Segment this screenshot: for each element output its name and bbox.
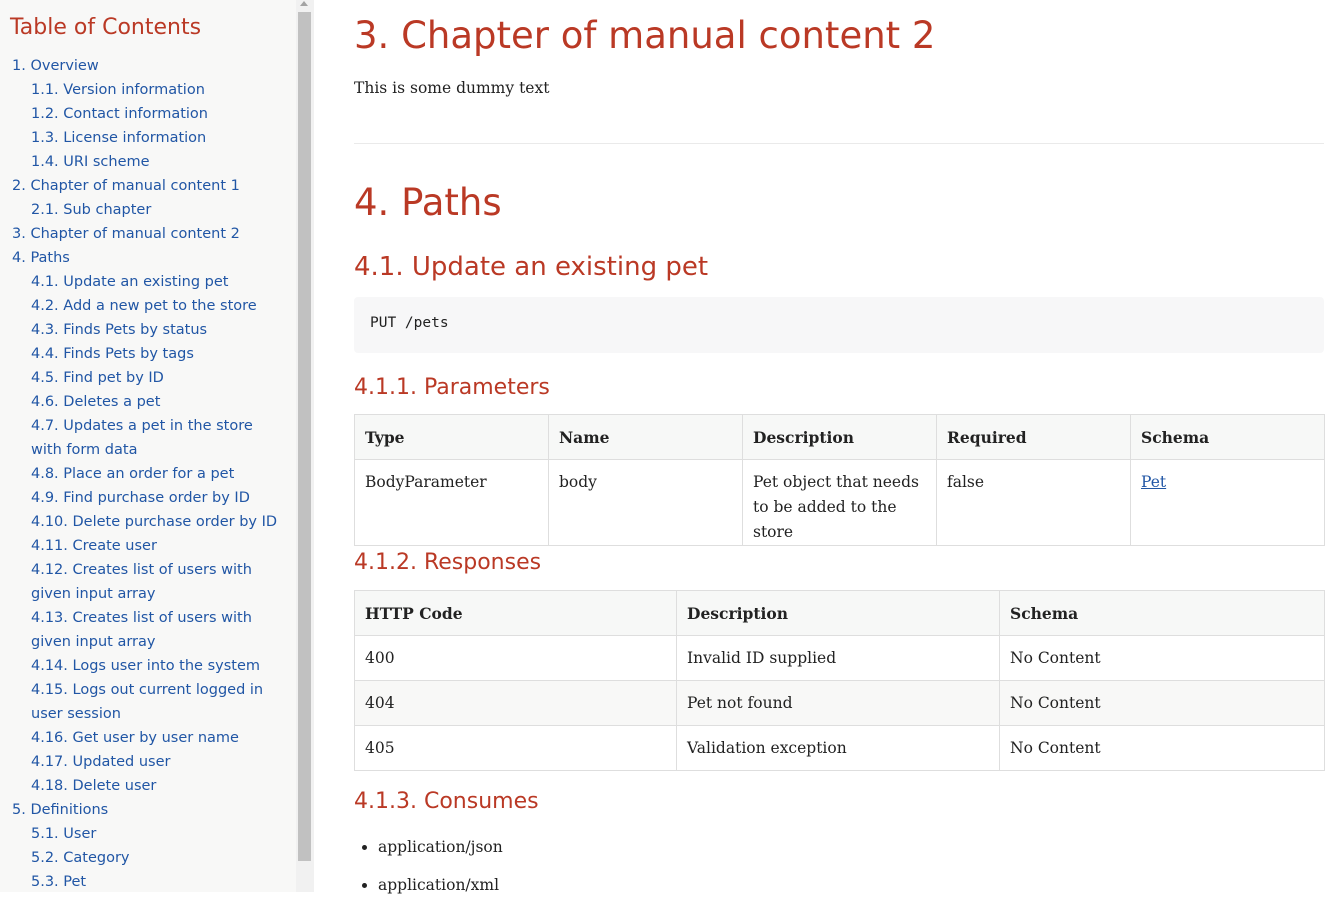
column-header: Schema	[1130, 414, 1325, 460]
toc-title: Table of Contents	[10, 15, 202, 40]
paths-heading: 4. Paths	[354, 181, 502, 224]
response-code: 405	[354, 725, 677, 771]
toc-link[interactable]: 4.13. Creates list of users with given i…	[12, 606, 288, 654]
toc-link[interactable]: 5.1. User	[12, 822, 288, 846]
toc-link[interactable]: 1.2. Contact information	[12, 102, 288, 126]
table-of-contents-sidebar: Table of Contents 1. Overview 1.1. Versio…	[0, 0, 296, 892]
table-row: 404 Pet not found No Content	[354, 680, 1325, 726]
response-description: Validation exception	[676, 725, 1000, 771]
toc-link[interactable]: 4.12. Creates list of users with given i…	[12, 558, 288, 606]
column-header: HTTP Code	[354, 590, 677, 636]
parameters-header-row: Type Name Description Required Schema	[354, 414, 1325, 460]
endpoint-text: PUT /pets	[370, 315, 449, 331]
table-row: BodyParameter body Pet object that needs…	[354, 459, 1325, 546]
toc-link[interactable]: 5.2. Category	[12, 846, 288, 870]
table-row: 405 Validation exception No Content	[354, 725, 1325, 771]
column-header: Name	[548, 414, 743, 460]
toc-link[interactable]: 5. Definitions	[12, 798, 288, 822]
toc-link[interactable]: 3. Chapter of manual content 2	[12, 222, 288, 246]
scrollbar-thumb[interactable]	[298, 12, 311, 861]
list-item: application/xml	[378, 866, 503, 904]
toc-link[interactable]: 4.9. Find purchase order by ID	[12, 486, 288, 510]
toc-link[interactable]: 4.8. Place an order for a pet	[12, 462, 288, 486]
parameters-heading: 4.1.1. Parameters	[354, 375, 550, 400]
toc-link[interactable]: 4.16. Get user by user name	[12, 726, 288, 750]
response-code: 404	[354, 680, 677, 726]
toc-link[interactable]: 4.1. Update an existing pet	[12, 270, 288, 294]
chapter-3-text: This is some dummy text	[354, 79, 550, 97]
toc-link[interactable]: 4.6. Deletes a pet	[12, 390, 288, 414]
parameters-table: Type Name Description Required Schema Bo…	[354, 414, 1325, 546]
toc-link[interactable]: 4.14. Logs user into the system	[12, 654, 288, 678]
toc-link[interactable]: 2.1. Sub chapter	[12, 198, 288, 222]
toc-link[interactable]: 1.4. URI scheme	[12, 150, 288, 174]
main-content: 3. Chapter of manual content 2 This is s…	[354, 0, 1325, 894]
endpoint-code-block: PUT /pets	[354, 297, 1324, 353]
response-schema: No Content	[999, 635, 1325, 681]
column-header: Description	[742, 414, 937, 460]
consumes-heading: 4.1.3. Consumes	[354, 789, 539, 814]
update-pet-heading: 4.1. Update an existing pet	[354, 252, 709, 282]
toc-link[interactable]: 4.15. Logs out current logged in user se…	[12, 678, 288, 726]
response-schema: No Content	[999, 680, 1325, 726]
section-divider	[354, 143, 1324, 144]
responses-table: HTTP Code Description Schema 400 Invalid…	[354, 590, 1325, 771]
toc-link[interactable]: 2. Chapter of manual content 1	[12, 174, 288, 198]
column-header: Type	[354, 414, 549, 460]
list-item: application/json	[378, 828, 503, 866]
toc-link[interactable]: 1.3. License information	[12, 126, 288, 150]
toc-link[interactable]: 4.7. Updates a pet in the store with for…	[12, 414, 288, 462]
scroll-up-arrow-icon[interactable]	[300, 1, 308, 6]
pet-schema-link[interactable]: Pet	[1141, 473, 1166, 491]
param-schema-cell: Pet	[1130, 459, 1325, 546]
toc-link[interactable]: 4.2. Add a new pet to the store	[12, 294, 288, 318]
toc-link[interactable]: 4.5. Find pet by ID	[12, 366, 288, 390]
toc-link[interactable]: 1. Overview	[12, 54, 288, 78]
response-description: Invalid ID supplied	[676, 635, 1000, 681]
column-header: Schema	[999, 590, 1325, 636]
toc-link[interactable]: 4.4. Finds Pets by tags	[12, 342, 288, 366]
param-type: BodyParameter	[354, 459, 549, 546]
param-name: body	[548, 459, 743, 546]
toc-link[interactable]: 4.3. Finds Pets by status	[12, 318, 288, 342]
column-header: Required	[936, 414, 1131, 460]
toc-link[interactable]: 4.11. Create user	[12, 534, 288, 558]
toc-link[interactable]: 4. Paths	[12, 246, 288, 270]
response-description: Pet not found	[676, 680, 1000, 726]
toc-link[interactable]: 1.1. Version information	[12, 78, 288, 102]
response-code: 400	[354, 635, 677, 681]
response-schema: No Content	[999, 725, 1325, 771]
table-row: 400 Invalid ID supplied No Content	[354, 635, 1325, 681]
responses-header-row: HTTP Code Description Schema	[354, 590, 1325, 636]
responses-heading: 4.1.2. Responses	[354, 550, 542, 575]
toc-link[interactable]: 5.3. Pet	[12, 870, 288, 892]
param-required: false	[936, 459, 1131, 546]
toc-link[interactable]: 4.17. Updated user	[12, 750, 288, 774]
toc-link[interactable]: 4.18. Delete user	[12, 774, 288, 798]
toc-list: 1. Overview 1.1. Version information 1.2. …	[12, 54, 288, 892]
toc-link[interactable]: 4.10. Delete purchase order by ID	[12, 510, 288, 534]
param-description: Pet object that needs to be added to the…	[742, 459, 937, 546]
chapter-3-heading: 3. Chapter of manual content 2	[354, 14, 936, 57]
column-header: Description	[676, 590, 1000, 636]
consumes-list: application/json application/xml	[354, 828, 503, 904]
